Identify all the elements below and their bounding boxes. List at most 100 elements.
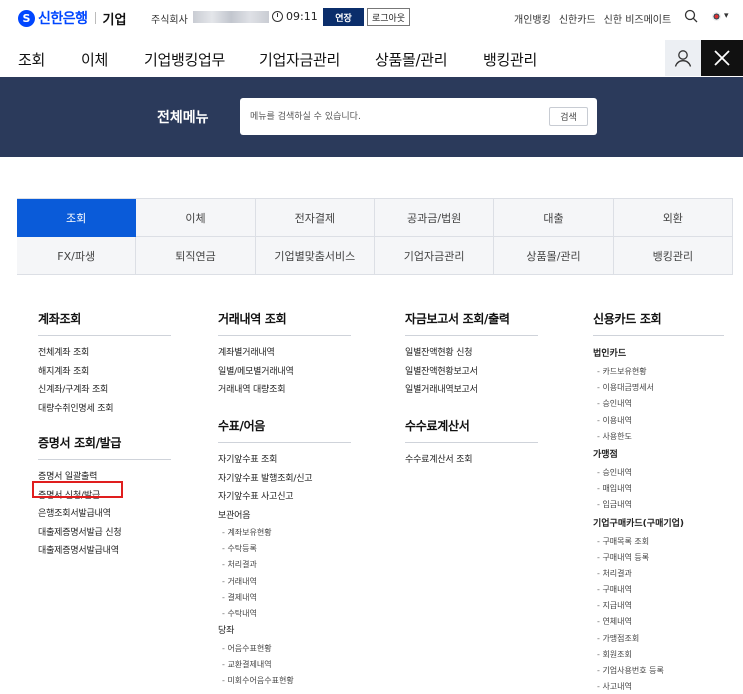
menu-sub-link[interactable]: 카드보유현황: [593, 364, 724, 380]
menu-link[interactable]: 계좌별거래내역: [218, 344, 351, 363]
language-selector[interactable]: ▾: [712, 11, 729, 21]
menu-sub-link[interactable]: 수탁내역: [218, 606, 351, 622]
section-title-checks: 수표/어음: [218, 417, 351, 443]
menu-sub-link[interactable]: 승인내역: [593, 396, 724, 412]
tab-inquiry[interactable]: 조회: [17, 199, 137, 237]
nav-corporate-banking[interactable]: 기업뱅킹업무: [144, 49, 225, 70]
menu-sub-link[interactable]: 이용대금명세서: [593, 380, 724, 396]
search-icon[interactable]: [684, 9, 698, 23]
menu-sub-link[interactable]: 사용한도: [593, 429, 724, 445]
menu-search-box: 검색: [240, 98, 597, 135]
tab-retirement-pension[interactable]: 퇴직연금: [136, 237, 256, 275]
menu-link[interactable]: 거래내역 대량조회: [218, 381, 351, 400]
highlight-box: [32, 481, 123, 498]
company-name: 주식회사: [151, 15, 188, 26]
menu-column-fees: 수수료계산서 수수료계산서 조회: [405, 417, 538, 470]
tab-loan[interactable]: 대출: [494, 199, 614, 237]
menu-sub-link[interactable]: 회원조회: [593, 647, 724, 663]
menu-sub-link[interactable]: 가맹점조회: [593, 631, 724, 647]
tab-fx-derivatives[interactable]: FX/파생: [17, 237, 137, 275]
menu-link[interactable]: 은행조회서발급내역: [38, 505, 171, 524]
menu-sub-link[interactable]: 구매내역 등록: [593, 550, 724, 566]
menu-search-input[interactable]: [250, 108, 540, 126]
tab-fund-management[interactable]: 기업자금관리: [375, 237, 495, 275]
tab-banking-management[interactable]: 뱅킹관리: [613, 237, 733, 275]
section-title-fees: 수수료계산서: [405, 417, 538, 443]
menu-sub-link[interactable]: 기업사용번호 등록: [593, 663, 724, 679]
utility-links: 개인뱅킹 신한카드 신한 비즈메이트: [514, 11, 671, 26]
link-shinhan-card[interactable]: 신한카드: [559, 11, 596, 26]
tab-custom-services[interactable]: 기업별맞춤서비스: [255, 237, 375, 275]
user-button[interactable]: [665, 40, 701, 76]
tab-foreign-exchange[interactable]: 외환: [613, 199, 733, 237]
extend-session-button[interactable]: 연장: [323, 8, 364, 26]
menu-link[interactable]: 자기앞수표 발행조회/신고: [218, 470, 351, 489]
section-title-transactions: 거래내역 조회: [218, 310, 351, 336]
menu-link[interactable]: 전체계좌 조회: [38, 344, 171, 363]
bank-logo[interactable]: S 신한은행 기업: [18, 8, 126, 28]
menu-link[interactable]: 일별/메모별거래내역: [218, 363, 351, 382]
menu-sub-link[interactable]: 어음수표현황: [218, 641, 351, 657]
menu-sub-link[interactable]: 처리결과: [593, 566, 724, 582]
menu-sub-link[interactable]: 지급내역: [593, 598, 724, 614]
nav-banking-management[interactable]: 뱅킹관리: [483, 49, 537, 70]
logo-sub: 기업: [102, 12, 127, 28]
menu-sub-link[interactable]: 승인내역: [593, 465, 724, 481]
menu-sub-link[interactable]: 교환결제내역: [218, 657, 351, 673]
menu-link[interactable]: 대출제증명서발급내역: [38, 542, 171, 561]
menu-sub-link[interactable]: 사고내역: [593, 679, 724, 694]
language-chevron: ▾: [724, 11, 729, 21]
menu-column-accounts: 계좌조회 전체계좌 조회 해지계좌 조회 신계좌/구계좌 조회 대량수취인명세 …: [38, 310, 171, 418]
tab-products[interactable]: 상품몰/관리: [494, 237, 614, 275]
menu-link[interactable]: 해지계좌 조회: [38, 363, 171, 382]
link-personal-banking[interactable]: 개인뱅킹: [514, 11, 551, 26]
menu-link[interactable]: 대량수취인명세 조회: [38, 400, 171, 419]
menu-link[interactable]: 일별잔액현황 신청: [405, 344, 538, 363]
menu-sub-link[interactable]: 수탁등록: [218, 541, 351, 557]
logout-button[interactable]: 로그아웃: [367, 8, 410, 26]
menu-link[interactable]: 자기앞수표 사고신고: [218, 488, 351, 507]
flag-icon: [712, 11, 721, 21]
menu-sub-link[interactable]: 거래내역: [218, 574, 351, 590]
menu-sub-link[interactable]: 입금내역: [593, 497, 724, 513]
tab-transfer[interactable]: 이체: [136, 199, 256, 237]
session-timer: 09:11: [272, 10, 318, 23]
menu-sub-link[interactable]: 이용내역: [593, 413, 724, 429]
menu-group-current-account: 당좌: [218, 626, 235, 637]
nav-inquiry[interactable]: 조회: [18, 49, 45, 70]
menu-sub-link[interactable]: 계좌보유현황: [218, 525, 351, 541]
menu-sub-link[interactable]: 구매목록 조회: [593, 534, 724, 550]
page-title: 전체메뉴: [157, 110, 209, 126]
menu-sub-link[interactable]: 연체내역: [593, 614, 724, 630]
menu-link[interactable]: 일별거래내역보고서: [405, 381, 538, 400]
menu-sub-link[interactable]: 결제내역: [218, 590, 351, 606]
logo-name: 신한은행: [38, 11, 88, 27]
menu-link[interactable]: 신계좌/구계좌 조회: [38, 381, 171, 400]
tab-e-payment[interactable]: 전자결제: [255, 199, 375, 237]
clock-icon: [272, 11, 283, 22]
menu-group-kept-notes: 보관어음: [218, 510, 251, 521]
logo-mark: S: [18, 9, 35, 27]
menu-group-corporate-card: 법인카드: [593, 349, 627, 359]
nav-products[interactable]: 상품몰/관리: [375, 49, 448, 70]
nav-fund-management[interactable]: 기업자금관리: [259, 49, 340, 70]
menu-group-purchase-card: 기업구매카드(구매기업): [593, 518, 685, 529]
menu-link[interactable]: 자기앞수표 조회: [218, 451, 351, 470]
nav-transfer[interactable]: 이체: [81, 49, 108, 70]
section-title-certificates: 증명서 조회/발급: [38, 434, 171, 460]
menu-sub-link[interactable]: 매입내역: [593, 481, 724, 497]
close-menu-button[interactable]: [701, 40, 743, 76]
menu-sub-link[interactable]: 처리결과: [218, 557, 351, 573]
masked-company-name: [193, 11, 269, 23]
main-navigation: 조회 이체 기업뱅킹업무 기업자금관리 상품몰/관리 뱅킹관리: [0, 40, 743, 76]
menu-link[interactable]: 수수료계산서 조회: [405, 451, 538, 470]
menu-sub-link[interactable]: 미회수어음수표현황: [218, 673, 351, 689]
top-utility-bar: S 신한은행 기업 주식회사 09:11 연장 로그아웃 개인뱅킹 신한카드 신…: [0, 0, 743, 34]
menu-sub-link[interactable]: 구매내역: [593, 582, 724, 598]
tab-utility-court[interactable]: 공과금/법원: [375, 199, 495, 237]
menu-link[interactable]: 대출제증명서발급 신청: [38, 524, 171, 543]
menu-link[interactable]: 일별잔액현황보고서: [405, 363, 538, 382]
link-bizmate[interactable]: 신한 비즈메이트: [604, 11, 672, 26]
menu-search-button[interactable]: 검색: [549, 107, 588, 126]
menu-column-fund-reports: 자금보고서 조회/출력 일별잔액현황 신청 일별잔액현황보고서 일별거래내역보고…: [405, 310, 538, 400]
